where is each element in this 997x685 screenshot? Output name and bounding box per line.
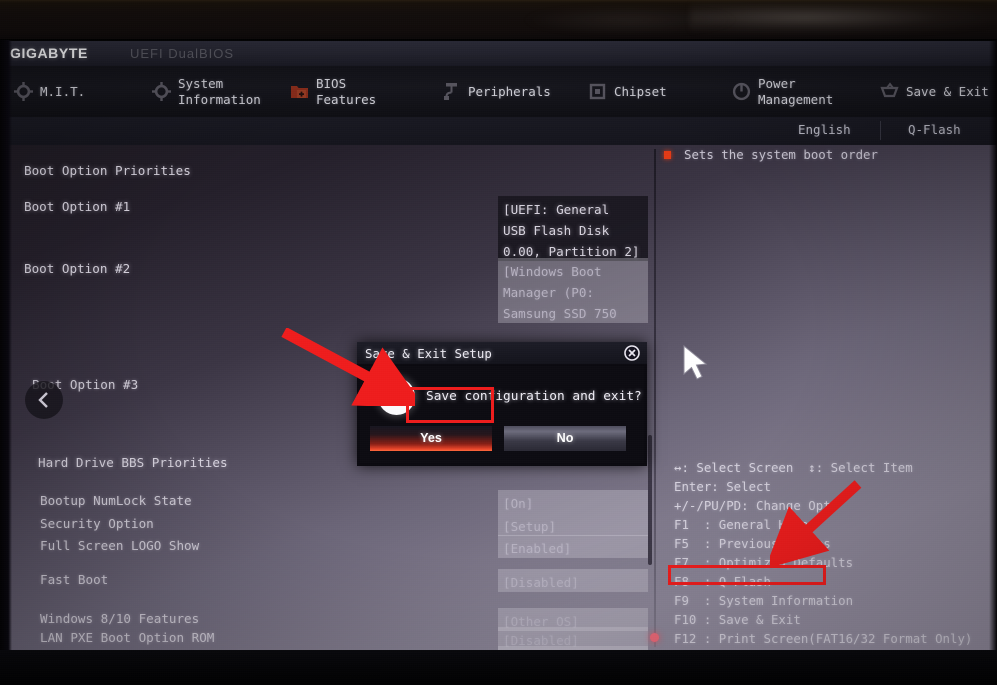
help-key-line: ↔: Select Screen ↕: Select Item <box>674 460 913 475</box>
help-key-line: F10 : Save & Exit <box>674 612 801 627</box>
nav-tab-label: System Information <box>178 75 261 107</box>
nav-tab-peripherals[interactable]: Peripherals <box>442 66 551 117</box>
section-title: Boot Option Priorities <box>24 163 191 178</box>
setting-label[interactable]: Boot Option #1 <box>24 199 130 214</box>
monitor-bezel-left <box>0 40 12 655</box>
dialog-button-row: Yes No <box>370 426 634 451</box>
setting-label[interactable]: LAN PXE Boot Option ROM <box>40 630 214 645</box>
setting-label[interactable]: Windows 8/10 Features <box>40 611 199 626</box>
nav-tab-bios-features[interactable]: BIOS Features <box>290 66 376 117</box>
monitor-bezel-top <box>0 0 997 44</box>
setting-value: [Setup] <box>503 519 557 534</box>
nav-tab-power-management[interactable]: Power Management <box>732 66 833 117</box>
chip-icon <box>588 82 607 101</box>
help-bullet-icon <box>664 151 671 159</box>
nav-tab-save-exit[interactable]: Save & Exit <box>880 66 989 117</box>
vertical-scrollbar-thumb[interactable] <box>648 435 652 565</box>
gigabyte-logo: GIGABYTE <box>10 45 88 61</box>
scroll-dot-icon <box>650 633 659 642</box>
usb-plug-icon <box>442 82 461 101</box>
setting-value: [Windows Boot Manager (P0: Samsung SSD 7… <box>503 264 617 321</box>
bios-screenshot-photo: GIGABYTE UEFI DualBIOS M.I.T. System Inf… <box>0 0 997 685</box>
setting-value: [Disabled] <box>503 575 579 590</box>
nav-tab-label: BIOS Features <box>316 75 377 107</box>
help-description: Sets the system boot order <box>684 147 878 162</box>
setting-label[interactable]: Security Option <box>40 516 154 531</box>
chevron-left-icon <box>38 392 48 408</box>
setting-label[interactable]: Bootup NumLock State <box>40 493 192 508</box>
nav-tab-label: Power Management <box>758 75 834 107</box>
highlight-yes-button <box>406 387 494 423</box>
bezel-glare-secondary <box>520 6 740 34</box>
setting-value: [UEFI: General USB Flash Disk 0.00, Part… <box>503 202 640 259</box>
uefi-dualbios-label: UEFI DualBIOS <box>130 46 235 61</box>
sub-nav-bar: English Q-Flash <box>0 117 997 145</box>
help-key-line: F12 : Print Screen(FAT16/32 Format Only) <box>674 631 973 646</box>
nav-tab-label: M.I.T. <box>40 83 86 99</box>
setting-value: [On] <box>503 496 534 511</box>
nav-tab-m-i-t[interactable]: M.I.T. <box>14 66 85 117</box>
subnav-q-flash[interactable]: Q-Flash <box>908 122 961 137</box>
dialog-yes-button[interactable]: Yes <box>370 426 492 451</box>
help-key-line: Enter: Select <box>674 479 771 494</box>
main-nav-bar: M.I.T. System Information BIOS Features … <box>0 66 997 117</box>
save-exit-icon <box>880 82 899 101</box>
back-button[interactable] <box>25 381 63 419</box>
arrow-to-yes-button <box>281 328 415 406</box>
help-key-line: F9 : System Information <box>674 593 854 608</box>
setting-value: [Enabled] <box>503 541 572 556</box>
power-icon <box>732 82 751 101</box>
brand-bar: GIGABYTE UEFI DualBIOS <box>0 41 997 66</box>
monitor-bezel-bottom <box>0 650 997 685</box>
subnav-divider <box>880 121 881 140</box>
pane-divider <box>654 149 656 647</box>
arrow-to-f10-save-exit <box>770 480 862 569</box>
gear-icon <box>152 82 171 101</box>
close-circle-icon[interactable] <box>624 345 640 361</box>
setting-label[interactable]: Boot Option #2 <box>24 261 130 276</box>
nav-tab-system-information[interactable]: System Information <box>152 66 261 117</box>
setting-label[interactable]: Full Screen LOGO Show <box>40 538 199 553</box>
nav-tab-chipset[interactable]: Chipset <box>588 66 667 117</box>
nav-tab-label: Peripherals <box>468 83 551 99</box>
subnav-english[interactable]: English <box>798 122 851 137</box>
mouse-pointer-icon <box>682 344 708 381</box>
setting-label[interactable]: Hard Drive BBS Priorities <box>38 455 228 470</box>
setting-label[interactable]: Fast Boot <box>40 572 108 587</box>
monitor-bezel-right <box>989 40 997 655</box>
gear-icon <box>14 82 33 101</box>
nav-tab-label: Chipset <box>614 83 667 99</box>
folder-plus-icon <box>290 82 309 101</box>
nav-tab-label: Save & Exit <box>906 83 989 99</box>
dialog-no-button[interactable]: No <box>504 426 626 451</box>
